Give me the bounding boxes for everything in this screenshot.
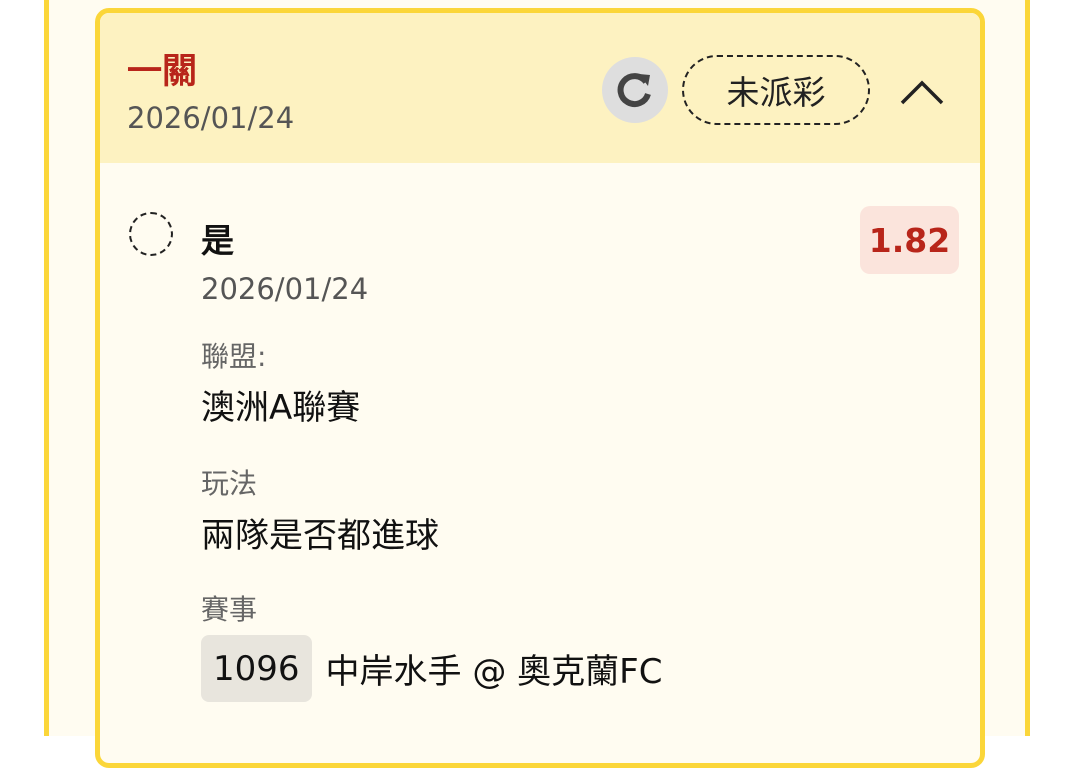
- collapse-button[interactable]: [890, 65, 954, 119]
- match-row: 1096 中岸水手 @ 奧克蘭FC: [201, 635, 662, 702]
- league-label: 聯盟:: [201, 340, 267, 373]
- refresh-icon: [617, 73, 651, 108]
- match-number-badge: 1096: [201, 635, 312, 702]
- bet-leg-card: 一關 2026/01/24 未派彩 是 2026/01/24 1.82 聯盟: …: [95, 8, 985, 768]
- leg-date: 2026/01/24: [127, 101, 295, 135]
- bet-type-label: 玩法: [201, 467, 258, 500]
- status-badge: 未派彩: [682, 55, 870, 125]
- match-name: 中岸水手 @ 奧克蘭FC: [325, 652, 663, 692]
- match-label: 賽事: [201, 593, 258, 626]
- chevron-up-icon: [900, 80, 944, 105]
- selection-date: 2026/01/24: [201, 272, 369, 306]
- odds-badge: 1.82: [860, 206, 959, 274]
- bet-type-value: 兩隊是否都進球: [201, 516, 439, 556]
- pending-circle-icon: [129, 212, 173, 256]
- refresh-button[interactable]: [602, 57, 668, 123]
- leg-title: 一關: [127, 52, 198, 92]
- league-value: 澳洲A聯賽: [201, 388, 361, 428]
- selection-name: 是: [201, 221, 234, 260]
- leg-header: 一關 2026/01/24 未派彩: [100, 13, 980, 163]
